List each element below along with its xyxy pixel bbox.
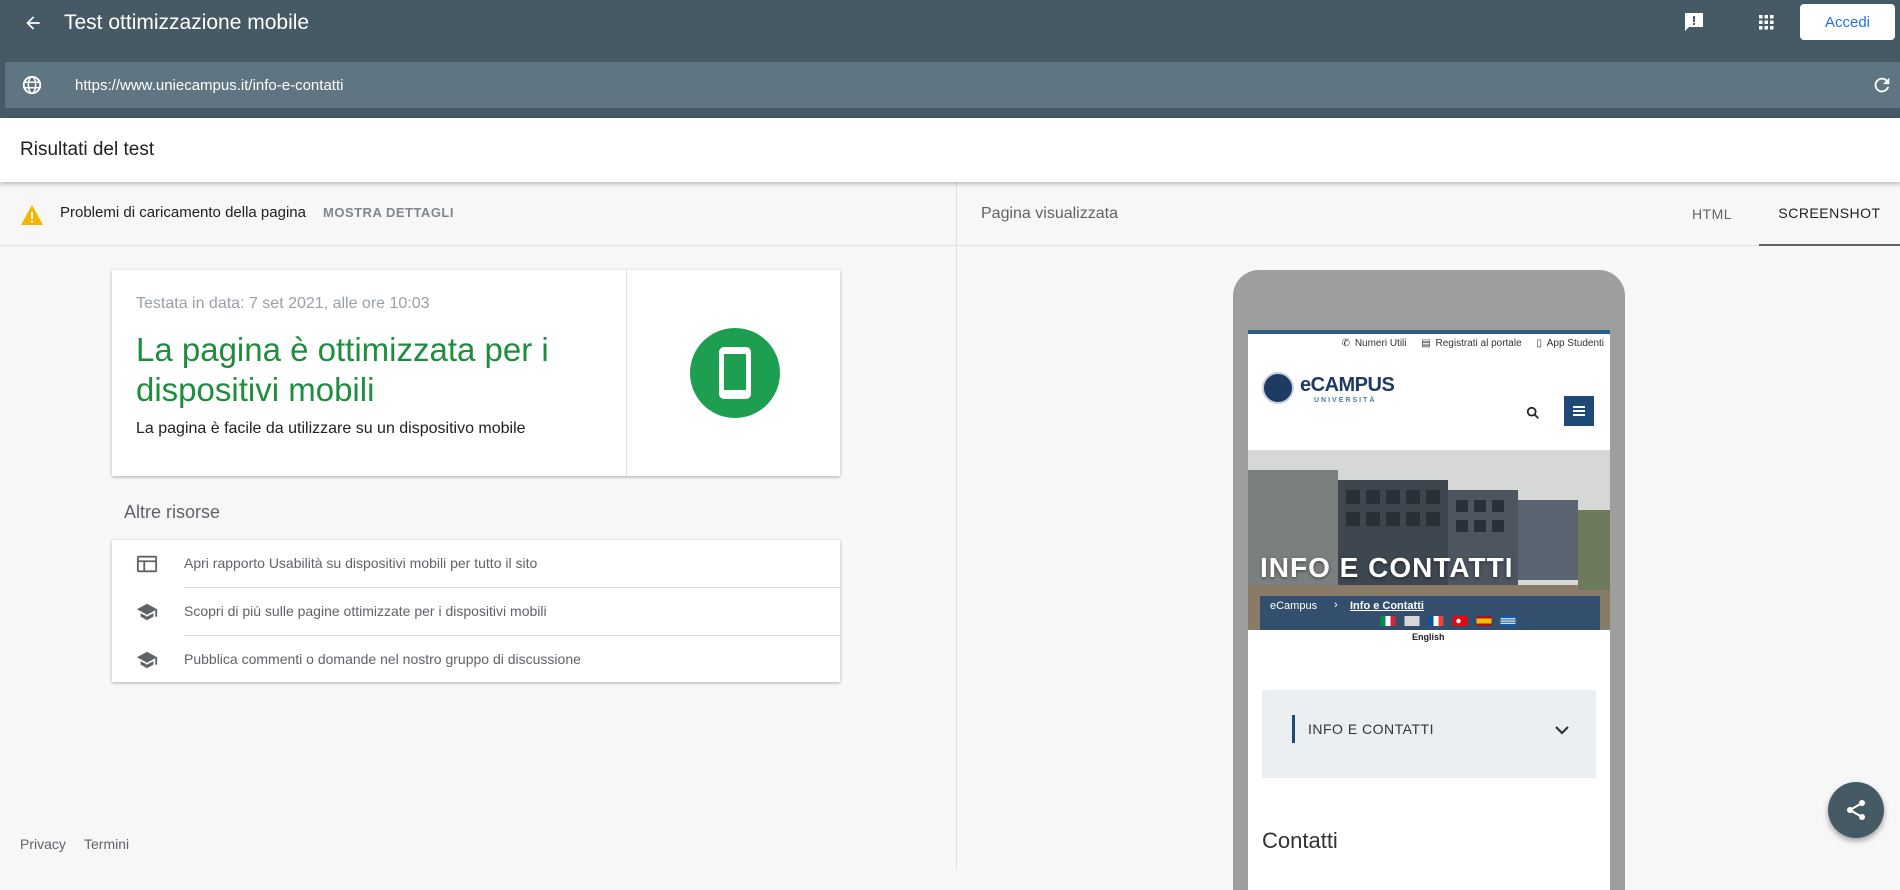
refresh-icon (1874, 77, 1890, 93)
language-english-label: English (1412, 632, 1445, 642)
flag-turkey-icon (1452, 616, 1468, 626)
id-card-icon: ▤ (1421, 338, 1431, 349)
tab-screenshot[interactable]: SCREENSHOT (1759, 182, 1900, 246)
search-icon (1526, 406, 1539, 419)
site-breadcrumb-current: Info e Contatti (1350, 600, 1424, 612)
page-loading-issues-bar: Problemi di caricamento della pagina MOS… (0, 182, 956, 246)
school-icon (136, 651, 158, 669)
privacy-link[interactable]: Privacy (20, 836, 66, 852)
resource-item-label: Pubblica commenti o domande nel nostro g… (184, 651, 581, 667)
accordion-label: INFO E CONTATTI (1308, 721, 1434, 737)
terms-link[interactable]: Termini (84, 836, 129, 852)
issues-text: Problemi di caricamento della pagina (60, 204, 306, 221)
result-card: Testata in data: 7 set 2021, alle ore 10… (112, 270, 840, 476)
reload-button[interactable] (1871, 74, 1893, 96)
site-breadcrumb-home: eCampus (1270, 600, 1318, 612)
resource-item-learn-more[interactable]: Scopri di più sulle pagine ottimizzate p… (112, 588, 840, 636)
preview-pane: Pagina visualizzata HTML SCREENSHOT ✆ Nu… (957, 182, 1900, 890)
share-button[interactable] (1828, 782, 1884, 838)
site-accordion: INFO E CONTATTI (1262, 690, 1596, 778)
site-link-useful-numbers: Numeri Utili (1354, 338, 1407, 349)
login-button[interactable]: Accedi (1800, 4, 1895, 40)
globe-icon (22, 75, 42, 95)
chevron-down-icon (1555, 726, 1569, 735)
site-breadcrumb: eCampus › Info e Contatti (1260, 596, 1600, 630)
back-button[interactable] (20, 10, 46, 36)
resource-item-label: Apri rapporto Usabilità su dispositivi m… (184, 555, 538, 571)
app-title: Test ottimizzazione mobile (64, 11, 310, 34)
flag-italy-icon (1380, 616, 1396, 626)
tab-html[interactable]: HTML (1677, 182, 1747, 246)
url-input[interactable] (75, 70, 1775, 100)
title-bar: Test ottimizzazione mobile Accedi (0, 0, 1900, 46)
url-bar (5, 62, 1900, 108)
smartphone-icon (719, 347, 751, 399)
site-hero-title: INFO E CONTATTI (1260, 552, 1514, 583)
site-link-student-app: App Studenti (1546, 338, 1604, 349)
results-pane: Problemi di caricamento della pagina MOS… (0, 182, 956, 870)
apps-grid-icon (1759, 15, 1774, 30)
feedback-button[interactable] (1682, 10, 1708, 36)
site-link-register: Registrati al portale (1435, 338, 1522, 349)
feedback-icon (1685, 13, 1703, 31)
show-details-link[interactable]: MOSTRA DETTAGLI (323, 205, 454, 220)
apps-button[interactable] (1754, 10, 1780, 36)
ecampus-seal-logo (1262, 372, 1294, 404)
chevron-right-icon: › (1334, 599, 1338, 611)
resources-list: Apri rapporto Usabilità su dispositivi m… (112, 540, 840, 682)
card-divider (626, 270, 627, 476)
rendered-page-title: Pagina visualizzata (981, 205, 1118, 222)
site-hero-image: INFO E CONTATTI eCampus › Info e Contatt… (1248, 450, 1610, 630)
site-top-stripe (1248, 330, 1610, 334)
hamburger-icon (1573, 406, 1585, 416)
results-title: Risultati del test (20, 139, 155, 160)
phone-frame: ✆ Numeri Utili ▤ Registrati al portale ▯… (1233, 270, 1625, 890)
verdict-title: La pagina è ottimizzata per i dispositiv… (136, 331, 549, 408)
results-header: Risultati del test (0, 118, 1900, 182)
phone-icon: ✆ (1341, 338, 1351, 349)
warning-icon (21, 205, 43, 225)
resource-item-label: Scopri di più sulle pagine ottimizzate p… (184, 603, 547, 619)
site-contacts-title: Contatti (1262, 828, 1338, 853)
flag-france-icon (1428, 616, 1444, 626)
flag-uk-icon (1404, 616, 1420, 626)
resource-item-usability-report[interactable]: Apri rapporto Usabilità su dispositivi m… (112, 540, 840, 588)
phone-screenshot[interactable]: ✆ Numeri Utili ▤ Registrati al portale ▯… (1248, 330, 1610, 890)
top-app-bar: Test ottimizzazione mobile Accedi (0, 0, 1900, 118)
site-menu-button (1564, 396, 1594, 426)
tested-date: Testata in data: 7 set 2021, alle ore 10… (136, 295, 430, 312)
flag-greece-icon (1500, 616, 1516, 626)
school-icon (136, 603, 158, 621)
ecampus-logo-text: eCAMPUS (1300, 374, 1395, 396)
arrow-back-icon (26, 16, 40, 30)
accordion-accent-bar (1292, 715, 1295, 743)
mobile-icon: ▯ (1536, 338, 1542, 349)
preview-header: Pagina visualizzata HTML SCREENSHOT (957, 182, 1900, 246)
verdict-subtitle: La pagina è facile da utilizzare su un d… (136, 420, 526, 437)
mobile-friendly-icon (690, 328, 780, 418)
resource-item-discussion-group[interactable]: Pubblica commenti o domande nel nostro g… (112, 636, 840, 684)
site-top-links: ✆ Numeri Utili ▤ Registrati al portale ▯… (1248, 338, 1604, 349)
share-icon (1847, 800, 1865, 820)
flag-spain-icon (1476, 616, 1492, 626)
ecampus-logo-subtitle: UNIVERSITÀ (1314, 397, 1377, 404)
web-report-icon (136, 555, 158, 573)
language-flags (1380, 616, 1516, 626)
resources-title: Altre risorse (124, 502, 221, 522)
